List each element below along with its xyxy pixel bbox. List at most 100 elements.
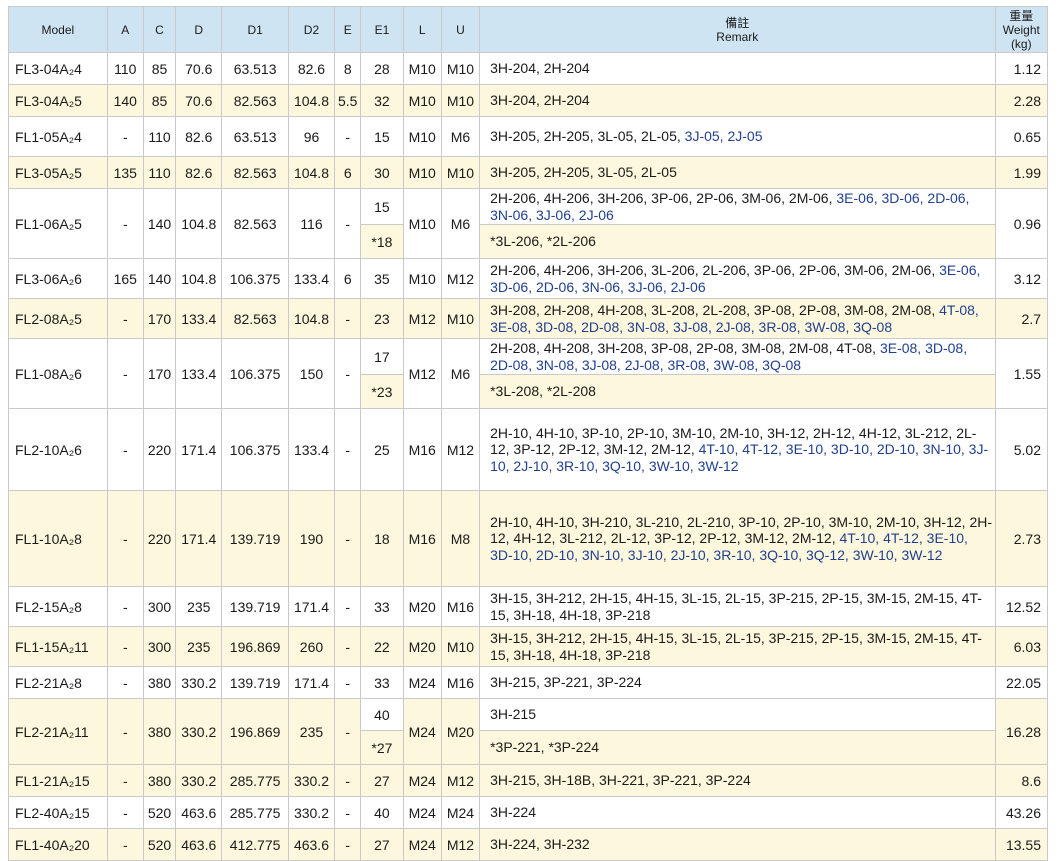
cell-e1: 25 [360,408,404,491]
cell-e1-alt: *27 [360,730,404,765]
header-d: D [175,6,223,53]
remark-text: 2H-208, 4H-208, 3H-208, 3P-08, 2P-08, 3M… [490,340,877,356]
cell-d: 330.2 [175,666,223,699]
cell-e: - [334,188,362,259]
cell-e1: 27 [360,764,404,797]
remark-text: 3H-204, 2H-204 [490,92,590,109]
cell-d1: 285.775 [221,796,289,829]
cell-u: M16 [440,666,481,699]
cell-model: FL1-21A₂15 [8,764,108,797]
cell-d1: 139.719 [221,490,289,587]
cell-u: M6 [440,116,481,157]
table-row: FL2-21A₂11-380 330.2 196.869 235-40 M24 M20 3H… [8,698,1049,765]
cell-c: 110 [142,156,177,189]
cell-e1: 40 [360,698,404,731]
table-row: FL1-15A₂11-300 235 196.869 260-22 M20 M10 3H-1… [8,626,1049,667]
cell-weight: 2.28 [994,84,1049,117]
cell-remark-alt: *3L-206, *2L-206 [479,224,996,259]
cell-model: FL3-04A₂5 [8,84,108,117]
cell-l: M24 [402,764,442,797]
cell-d: 70.6 [175,84,223,117]
cell-remark: 2H-208, 4H-208, 3H-208, 3P-08, 2P-08, 3M… [479,338,996,375]
cell-a: 135 [106,156,144,189]
cell-c: 300 [142,626,177,667]
cell-d: 70.6 [175,52,223,85]
cell-remark: 2H-10, 4H-10, 3P-10, 2P-10, 3M-10, 2M-10… [479,408,996,491]
table-row: FL1-05A₂4-110 82.6 63.513 96-15 M10 M6 3H-205,… [8,116,1049,157]
table-row: FL2-10A₂6-220 171.4 106.375 133.4-25 M16 M12 2… [8,408,1049,491]
cell-d2: 150 [287,338,336,409]
cell-weight: 0.65 [994,116,1049,157]
cell-e: - [334,626,362,667]
cell-u: M12 [440,408,481,491]
cell-c: 85 [142,84,177,117]
cell-l: M20 [402,586,442,627]
cell-c: 140 [142,258,177,299]
cell-remark: 2H-206, 4H-206, 3H-206, 3L-206, 2L-206, … [479,258,996,299]
cell-l: M12 [402,298,442,339]
cell-l: M10 [402,52,442,85]
header-e1: E1 [360,6,404,53]
cell-d1: 196.869 [221,626,289,667]
cell-remark: 3H-215 [479,698,996,731]
cell-e1: 15 [360,116,404,157]
cell-e: - [334,666,362,699]
cell-e: - [334,796,362,829]
cell-model: FL1-06A₂5 [8,188,108,259]
cell-e1-alt: *18 [360,224,404,259]
cell-a: - [106,298,144,339]
cell-c: 380 [142,698,177,765]
cell-l: M24 [402,796,442,829]
cell-model: FL3-04A₂4 [8,52,108,85]
cell-e1: 35 [360,258,404,299]
cell-model: FL1-05A₂4 [8,116,108,157]
header-l: L [402,6,442,53]
header-c: C [142,6,177,53]
table-row: FL2-21A₂8-380 330.2 139.719 171.4-33 M24 M16 3… [8,666,1049,699]
cell-remark: 3H-224 [479,796,996,829]
cell-model: FL3-06A₂6 [8,258,108,299]
cell-u: M16 [440,586,481,627]
cell-e1: 23 [360,298,404,339]
cell-model: FL2-21A₂8 [8,666,108,699]
cell-e1: 17 [360,338,404,375]
header-d1: D1 [221,6,289,53]
remark-text: 3H-15, 3H-212, 2H-15, 4H-15, 3L-15, 2L-1… [490,590,982,623]
cell-remark: 3H-215, 3H-18B, 3H-221, 3P-221, 3P-224 [479,764,996,797]
cell-u: M6 [440,338,481,409]
cell-d: 463.6 [175,796,223,829]
cell-d1: 106.375 [221,408,289,491]
header-d2: D2 [287,6,336,53]
remark-text-compatible: 3J-05, 2J-05 [684,128,763,145]
cell-d2: 104.8 [287,298,336,339]
cell-a: - [106,586,144,627]
cell-c: 220 [142,408,177,491]
cell-weight: 2.7 [994,298,1049,339]
cell-model: FL2-21A₂11 [8,698,108,765]
cell-c: 380 [142,666,177,699]
cell-l: M24 [402,666,442,699]
cell-remark: 3H-204, 2H-204 [479,84,996,117]
cell-l: M10 [402,156,442,189]
cell-weight: 16.28 [994,698,1049,765]
cell-e: - [334,338,362,409]
cell-d: 235 [175,626,223,667]
cell-d2: 190 [287,490,336,587]
cell-d2: 116 [287,188,336,259]
header-weight-cn: 重量 [1009,8,1034,23]
cell-d2: 104.8 [287,84,336,117]
cell-model: FL1-10A₂8 [8,490,108,587]
cell-weight: 5.02 [994,408,1049,491]
cell-e: 8 [334,52,362,85]
table-row: FL3-04A₂5 140 85 70.6 82.563 104.8 5.5 32 M10 M10… [8,84,1049,117]
cell-weight: 1.99 [994,156,1049,189]
cell-d: 171.4 [175,408,223,491]
cell-a: 110 [106,52,144,85]
cell-u: M12 [440,764,481,797]
cell-model: FL3-05A₂5 [8,156,108,189]
cell-a: 165 [106,258,144,299]
header-weight-en: Weight [1002,22,1040,37]
cell-e1: 33 [360,586,404,627]
cell-d: 171.4 [175,490,223,587]
cell-d2: 133.4 [287,408,336,491]
